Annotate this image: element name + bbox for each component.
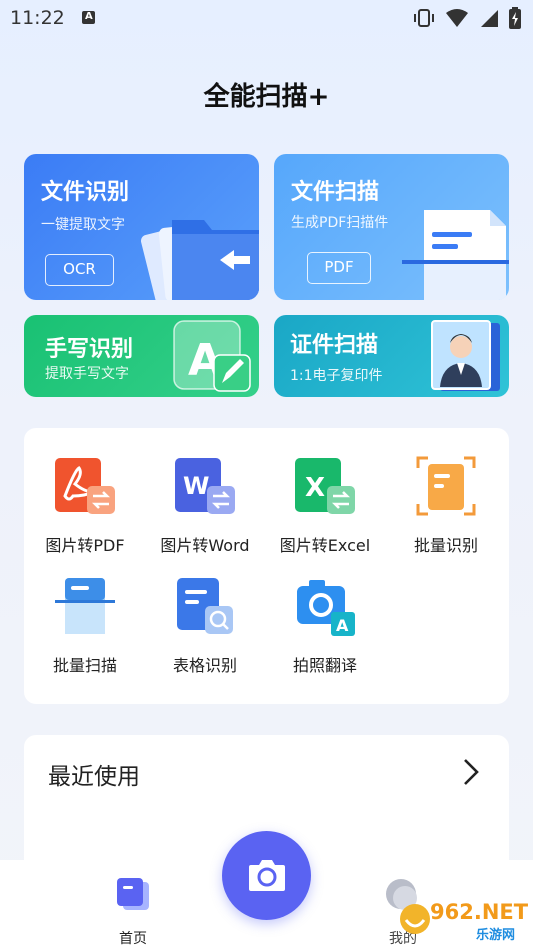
tool-label: 批量识别 <box>413 536 478 555</box>
nav-home-label: 首页 <box>119 931 147 947</box>
pdf-convert-icon <box>55 458 115 514</box>
tool-label: 图片转Word <box>160 536 250 555</box>
status-bar: 11:22 A <box>0 0 533 36</box>
excel-convert-icon: X <box>295 458 355 514</box>
home-icon <box>117 878 149 910</box>
vibrate-icon <box>414 9 434 27</box>
status-time: 11:22 <box>10 7 65 29</box>
certificate-card-subtitle: 1:1电子复印件 <box>290 368 383 384</box>
battery-icon <box>509 7 521 29</box>
tool-label: 表格识别 <box>172 656 237 675</box>
handwriting-card-title: 手写识别 <box>45 337 134 362</box>
svg-text:X: X <box>305 473 325 503</box>
table-ocr-icon <box>177 578 233 634</box>
smiley-logo-icon <box>400 904 430 934</box>
photo-translate-icon: A <box>297 580 355 636</box>
status-icons <box>413 7 521 29</box>
tool-batch-ocr[interactable]: 批量识别 <box>386 456 506 566</box>
tools-panel: 图片转PDF W 图片转Word X 图片转Excel 批量识别 批量扫描 表格… <box>24 428 509 704</box>
svg-text:W: W <box>183 472 209 500</box>
tool-image-to-word[interactable]: W 图片转Word <box>145 456 265 566</box>
handwriting-card[interactable]: 手写识别 提取手写文字 A <box>24 315 259 397</box>
nav-home[interactable]: 首页 <box>98 870 168 947</box>
signal-icon <box>481 10 498 27</box>
notification-icon: A <box>82 11 95 24</box>
recent-title: 最近使用 <box>48 764 140 790</box>
tool-image-to-excel[interactable]: X 图片转Excel <box>265 456 385 566</box>
certificate-card[interactable]: 证件扫描 1:1电子复印件 <box>274 315 509 397</box>
camera-icon <box>249 860 285 891</box>
tool-label: 图片转Excel <box>279 536 371 555</box>
ocr-card-subtitle: 一键提取文字 <box>41 217 125 233</box>
notification-letter: A <box>85 11 93 22</box>
tool-batch-scan[interactable]: 批量扫描 <box>25 576 145 686</box>
scan-card-subtitle: 生成PDF扫描件 <box>291 215 389 231</box>
batch-scan-icon <box>55 578 115 634</box>
handwriting-icon: A <box>173 320 251 392</box>
watermark-logo: 962.NET 乐游网 <box>398 898 529 943</box>
handwriting-card-subtitle: 提取手写文字 <box>45 366 129 382</box>
chevron-right-icon[interactable] <box>461 757 481 787</box>
camera-button[interactable] <box>222 831 311 920</box>
app-title: 全能扫描+ <box>203 82 330 112</box>
ocr-card-title: 文件识别 <box>41 180 130 205</box>
tool-table-ocr[interactable]: 表格识别 <box>145 576 265 686</box>
tool-label: 拍照翻译 <box>292 656 357 675</box>
tool-label: 批量扫描 <box>52 656 117 675</box>
wifi-icon <box>446 9 468 27</box>
id-photo-icon <box>431 320 500 391</box>
watermark-brand: 962.NET <box>430 900 529 924</box>
folder-icon <box>140 220 259 300</box>
scan-card-title: 文件扫描 <box>291 180 380 205</box>
ocr-card[interactable]: 文件识别 一键提取文字 OCR <box>24 154 259 300</box>
tool-image-to-pdf[interactable]: 图片转PDF <box>25 456 145 566</box>
document-scan-icon <box>402 210 509 300</box>
ocr-chip: OCR <box>45 254 114 286</box>
scan-card[interactable]: 文件扫描 生成PDF扫描件 PDF <box>274 154 509 300</box>
tool-label: 图片转PDF <box>45 536 125 555</box>
watermark-sub: 乐游网 <box>476 928 516 943</box>
certificate-card-title: 证件扫描 <box>290 333 379 358</box>
pdf-chip: PDF <box>307 252 371 284</box>
tool-photo-translate[interactable]: A 拍照翻译 <box>265 576 385 686</box>
batch-ocr-icon <box>416 456 476 516</box>
word-convert-icon: W <box>175 458 235 514</box>
svg-text:A: A <box>336 616 349 635</box>
